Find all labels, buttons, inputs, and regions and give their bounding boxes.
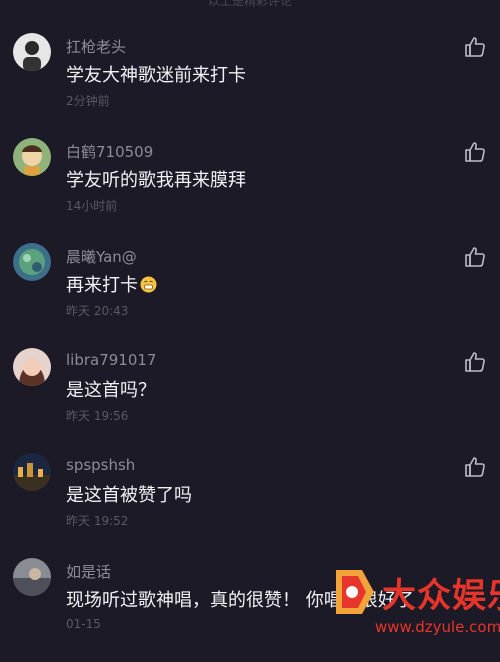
comment-username[interactable]: libra791017: [66, 351, 156, 369]
thumbs-up-icon[interactable]: [463, 245, 487, 269]
avatar[interactable]: [13, 243, 51, 281]
comment-time: 昨天 19:56: [66, 409, 129, 423]
comment-username[interactable]: 如是话: [66, 561, 111, 582]
thumbs-up-icon[interactable]: [463, 35, 487, 59]
watermark-logo-icon: [332, 566, 378, 618]
comment-text-row: 再来打卡: [66, 271, 157, 297]
comment-username[interactable]: spspshsh: [66, 456, 135, 474]
thumbs-up-icon[interactable]: [463, 140, 487, 164]
comment-username[interactable]: 白鹤710509: [66, 141, 153, 162]
comment-username[interactable]: 扛枪老头: [66, 36, 126, 57]
watermark: 大众娱乐 www.dzyule.com: [300, 560, 500, 644]
avatar[interactable]: [13, 33, 51, 71]
comment-text: 是这首吗？: [66, 380, 156, 401]
grin-emoji-icon: [140, 276, 157, 293]
comment-text: 再来打卡: [66, 275, 138, 296]
comment-text: 是这首被赞了吗: [66, 485, 192, 506]
comment-item: 晨曦Yan@ 再来打卡 昨天 20:43: [0, 243, 500, 347]
comment-time: 2分钟前: [66, 94, 110, 108]
comment-item: 白鹤710509 学友听的歌我再来膜拜 14小时前: [0, 138, 500, 242]
thumbs-up-icon[interactable]: [463, 455, 487, 479]
avatar[interactable]: [13, 558, 51, 596]
avatar[interactable]: [13, 453, 51, 491]
comment-time: 昨天 19:52: [66, 514, 129, 528]
comment-username[interactable]: 晨曦Yan@: [66, 246, 137, 267]
watermark-brand: 大众娱乐: [382, 576, 500, 616]
comment-time: 01-15: [66, 617, 101, 631]
comment-item: spspshsh 是这首被赞了吗 昨天 19:52: [0, 453, 500, 557]
avatar[interactable]: [13, 138, 51, 176]
comment-text: 学友大神歌迷前来打卡: [66, 65, 246, 86]
watermark-url: www.dzyule.com: [375, 618, 500, 636]
comment-time: 14小时前: [66, 199, 118, 213]
comment-item: libra791017 是这首吗？ 昨天 19:56: [0, 348, 500, 452]
comment-text: 学友听的歌我再来膜拜: [66, 170, 246, 191]
top-partial-header: 以上是精彩评论: [207, 0, 292, 8]
comment-time: 昨天 20:43: [66, 304, 129, 318]
comment-item: 扛枪老头 学友大神歌迷前来打卡 2分钟前: [0, 33, 500, 137]
thumbs-up-icon[interactable]: [463, 350, 487, 374]
avatar[interactable]: [13, 348, 51, 386]
